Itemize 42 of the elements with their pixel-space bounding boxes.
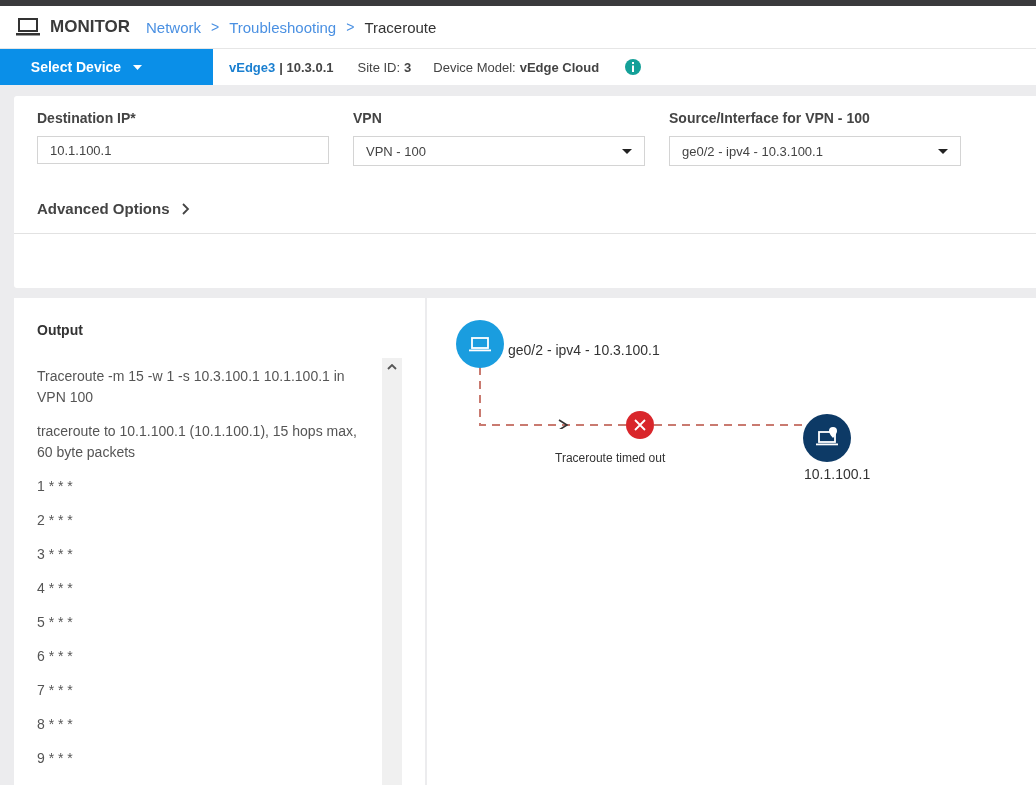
field-label: Source/Interface for VPN - 100 [669,110,871,126]
output-title: Output [37,322,84,338]
info-icon[interactable] [625,59,642,75]
field-label: Destination IP* [37,110,137,126]
output-line: 7 * * * [37,681,74,700]
input-field[interactable]: 10.1.100.1 [37,136,329,164]
device-ip: | 10.3.0.1 [279,59,334,75]
current-page-label: Traceroute [364,18,437,36]
device-model-value: vEdge Cloud [519,59,600,75]
source-node[interactable] [456,320,504,368]
output-line: Traceroute -m 15 -w 1 -s 10.3.100.1 10.1.100.1 in VPN 100 [37,367,346,407]
advanced-options-toggle[interactable]: Advanced Options [37,200,190,217]
output-line: 4 * * * [37,579,74,598]
page-title: MONITOR [50,17,130,37]
destination-label: 10.1.100.1 [804,466,871,482]
chevron-right-icon [181,202,190,215]
dropdown-field[interactable]: VPN - 100 [353,136,645,166]
device-name[interactable]: vEdge3 [229,59,276,75]
caret-down-icon [938,148,948,154]
destination-node[interactable] [803,414,851,462]
breadcrumb-separator: > [346,19,355,35]
device-model-label: Device Model: [433,59,516,75]
output-line: 1 * * * [37,477,74,496]
breadcrumb-separator: > [211,19,220,35]
caret-down-icon [133,64,143,70]
source-label: ge0/2 - ipv4 - 10.3.100.1 [508,342,660,358]
output-line: 8 * * * [37,715,74,734]
output-line: 9 * * * [37,749,74,768]
output-line: 6 * * * [37,647,74,666]
site-id-value: 3 [404,59,412,75]
dropdown-field[interactable]: ge0/2 - ipv4 - 10.3.100.1 [669,136,961,166]
scrollbar[interactable] [382,358,402,785]
site-id-label: Site ID: [357,59,401,75]
field-label: VPN [353,110,383,126]
laptop-icon [16,18,40,36]
output-line: traceroute to 10.1.100.1 (10.1.100.1), 15 hops max, 60 byte packets [37,422,358,462]
status-message: Traceroute timed out [555,451,666,465]
chevron-up-icon [387,364,397,370]
output-line: 2 * * * [37,511,74,530]
output-line: 5 * * * [37,613,74,632]
caret-down-icon [622,148,632,154]
output-line: 3 * * * [37,545,74,564]
